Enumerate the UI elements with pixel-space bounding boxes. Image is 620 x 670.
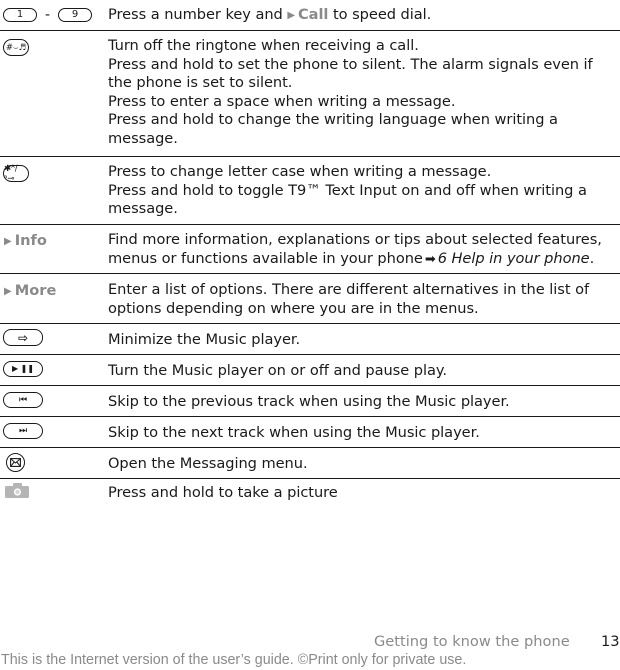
envelope-icon <box>10 458 21 467</box>
table-row: #⌣♬ Turn off the ringtone when receiving… <box>0 31 620 157</box>
internet-version-notice: This is the Internet version of the user… <box>1 652 467 668</box>
softkey-call: ▶ Call <box>287 6 329 23</box>
section-title: Getting to know the phone <box>374 633 570 650</box>
description: Skip to the previous track when using th… <box>108 393 510 410</box>
key-cell: ▶ Info <box>0 225 108 273</box>
table-row: ⏮ Skip to the previous track when using … <box>0 386 620 417</box>
description: Find more information, explanations or t… <box>108 231 602 267</box>
table-row: ⇨ Minimize the Music player. <box>0 324 620 355</box>
previous-track-key-icon: ⏮ <box>3 392 43 408</box>
description: Press to change letter case when writing… <box>108 163 587 218</box>
key-cell: ▶ More <box>0 274 108 323</box>
hash-key-icon: #⌣♬ <box>3 39 29 56</box>
play-pause-key-icon: ▶ ❚❚ <box>3 361 43 377</box>
description: Turn the Music player on or off and paus… <box>108 362 447 379</box>
reference-arrow-icon: ➡ <box>424 251 436 267</box>
softkey-arrow-icon: ▶ <box>4 286 12 297</box>
page-number: 13 <box>601 633 620 650</box>
key-cell: ⏮ <box>0 386 108 416</box>
key-9-icon: 9 <box>58 8 93 22</box>
key-cell <box>0 448 108 478</box>
table-row: ⏭ Skip to the next track when using the … <box>0 417 620 448</box>
table-row: ✱ᴬ/ᵃ⊸ Press to change letter case when w… <box>0 157 620 225</box>
key-1-icon: 1 <box>3 8 37 22</box>
key-functions-table: 1 - 9 Press a number key and ▶ Call to sp… <box>0 0 620 510</box>
minimize-key-icon: ⇨ <box>3 329 43 346</box>
range-separator: - <box>45 7 51 23</box>
cross-reference-link[interactable]: 6 Help in your phone <box>438 250 590 267</box>
softkey-info: ▶ Info <box>4 232 47 249</box>
description: Minimize the Music player. <box>108 331 301 348</box>
table-row: ▶ Info Find more information, explanation… <box>0 225 620 274</box>
key-cell: ▶ ❚❚ <box>0 355 108 385</box>
softkey-arrow-icon: ▶ <box>4 236 12 247</box>
description: Press a number key and ▶ Call to speed di… <box>108 6 432 23</box>
next-track-key-icon: ⏭ <box>3 423 43 439</box>
key-cell: #⌣♬ <box>0 31 108 156</box>
key-cell: ⏭ <box>0 417 108 447</box>
key-cell: ✱ᴬ/ᵃ⊸ <box>0 157 108 224</box>
table-row: ▶ More Enter a list of options. There are… <box>0 274 620 324</box>
table-row: 1 - 9 Press a number key and ▶ Call to sp… <box>0 0 620 31</box>
star-key-icon: ✱ᴬ/ᵃ⊸ <box>3 164 29 184</box>
softkey-arrow-icon: ▶ <box>287 10 296 21</box>
table-row: ▶ ❚❚ Turn the Music player on or off and… <box>0 355 620 386</box>
description: Turn off the ringtone when receiving a c… <box>108 37 593 147</box>
messaging-key-icon <box>6 453 25 472</box>
description: Skip to the next track when using the Mu… <box>108 424 480 441</box>
table-row: Press and hold to take a picture <box>0 479 620 510</box>
softkey-more: ▶ More <box>4 282 57 299</box>
camera-key-icon <box>5 483 30 498</box>
description: Open the Messaging menu. <box>108 455 308 472</box>
description: Enter a list of options. There are diffe… <box>108 281 590 317</box>
key-cell <box>0 479 108 510</box>
table-row: Open the Messaging menu. <box>0 448 620 479</box>
description: Press and hold to take a picture <box>108 484 338 501</box>
key-cell: 1 - 9 <box>0 0 108 30</box>
key-cell: ⇨ <box>0 324 108 354</box>
